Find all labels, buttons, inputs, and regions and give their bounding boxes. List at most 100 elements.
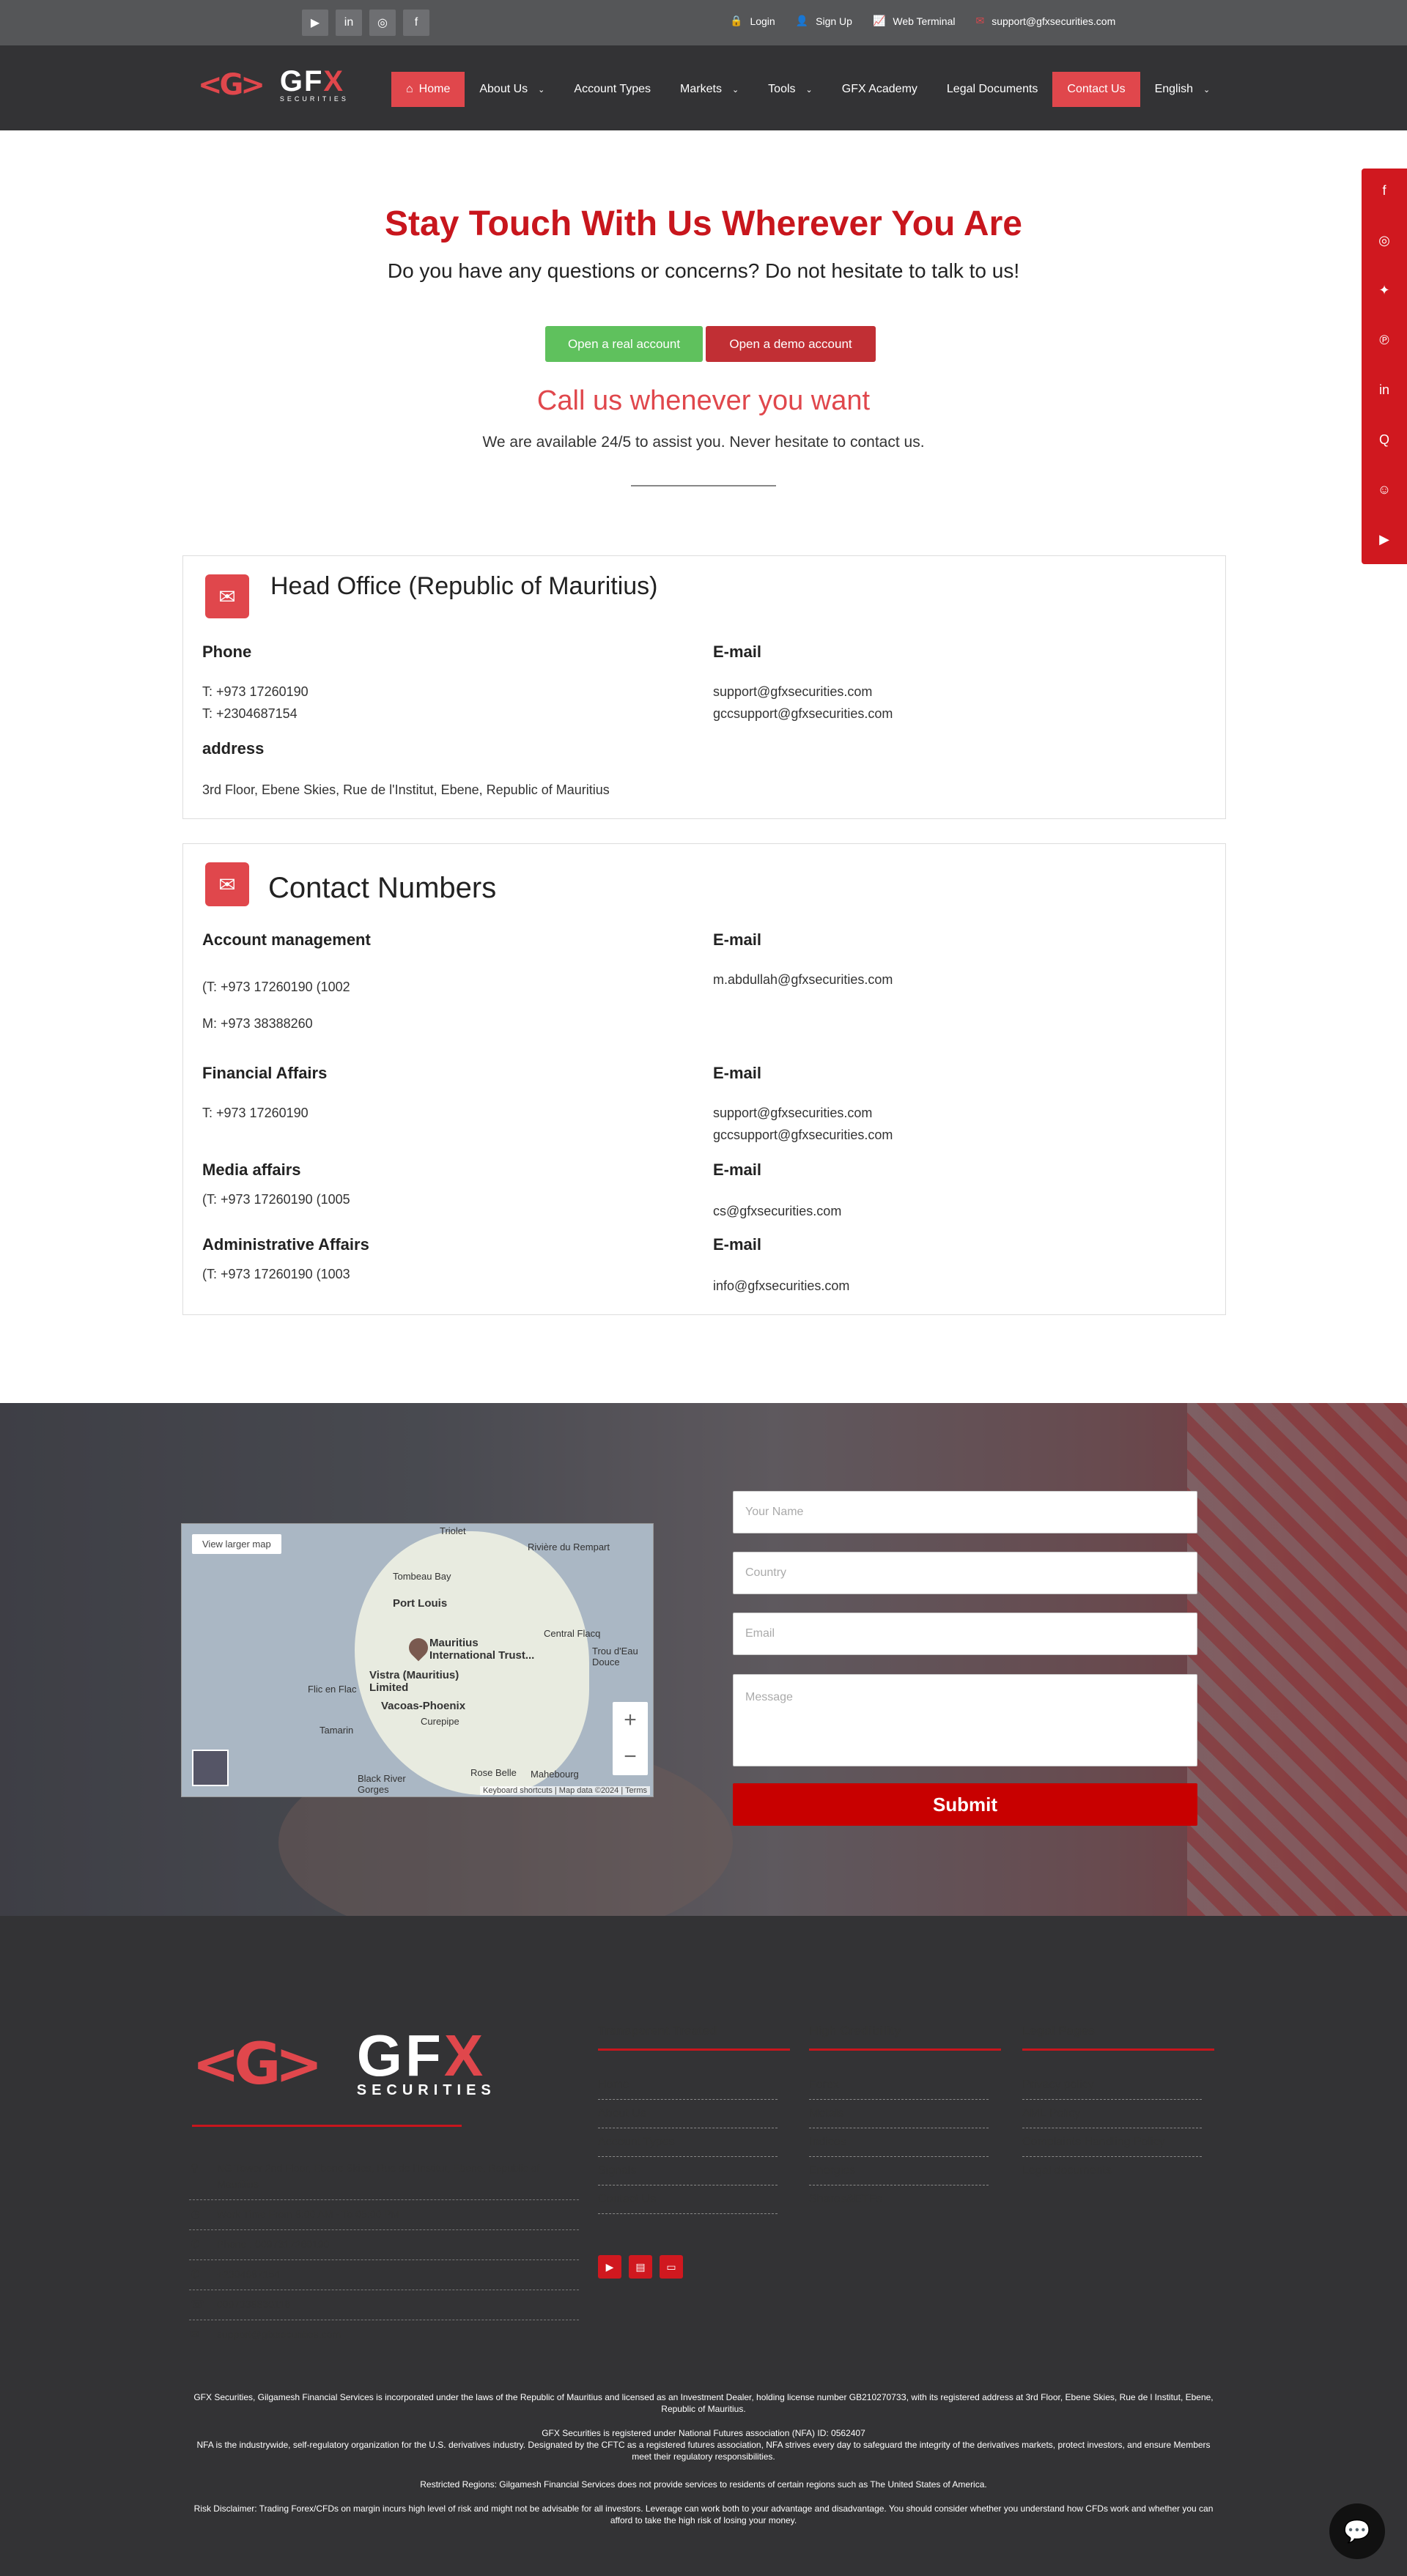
footer-link[interactable]: Indices: [809, 2128, 989, 2157]
youtube-icon[interactable]: ▶: [302, 10, 328, 36]
email-value[interactable]: support@gfxsecurities.com: [713, 681, 872, 703]
signup-link[interactable]: 👤 Sign Up: [796, 15, 852, 27]
footer-link[interactable]: Forex: [809, 2071, 989, 2100]
map-label: Tombeau Bay: [393, 1571, 451, 1582]
linkedin-icon[interactable]: in: [336, 10, 362, 36]
footer-col-title: Legal Pages: [1022, 2024, 1096, 2038]
footer-whatsapp[interactable]: ☏ 0097338830118: [189, 2290, 579, 2320]
nav-about-us[interactable]: About Us ⌄: [465, 72, 559, 107]
account-buttons: Open a real account Open a demo account: [545, 326, 876, 362]
footer-col-transparent: Transparent Treated Home About Us Accoun…: [598, 2024, 790, 2214]
monitor-icon[interactable]: ▭: [660, 2255, 683, 2279]
footer-phone[interactable]: ✆ Phone : 0097317260190: [189, 2230, 579, 2260]
disclaimer-nfa: NFA is the industrywide, self-regulatory…: [196, 2440, 1211, 2462]
footer-link[interactable]: Metals: [809, 2100, 989, 2128]
email-value[interactable]: cs@gfxsecurities.com: [713, 1200, 841, 1222]
top-links: 🔒 Login 👤 Sign Up 📈 Web Terminal ✉ support@g…: [730, 15, 1115, 27]
footer-link[interactable]: Complaints Handling Policy: [1022, 2128, 1202, 2157]
email-input[interactable]: Email: [733, 1613, 1197, 1655]
email-value[interactable]: gccsupport@gfxsecurities.com: [713, 1124, 893, 1146]
youtube-icon[interactable]: ▶: [1362, 532, 1407, 547]
support-email-link[interactable]: ✉ support@gfxsecurities.com: [975, 15, 1115, 27]
map-type-toggle[interactable]: [192, 1750, 229, 1786]
head-office-card: ✉ Head Office (Republic of Mauritius) Ph…: [182, 555, 1226, 819]
facebook-icon[interactable]: f: [403, 10, 429, 36]
whatsapp-icon: ☏: [191, 2298, 204, 2311]
map-label: Rivière du Rempart: [528, 1541, 610, 1552]
footer-link[interactable]: Home: [598, 2071, 778, 2100]
embedded-map[interactable]: View larger map Triolet Rivière du Rempa…: [181, 1523, 654, 1797]
nav-language[interactable]: English ⌄: [1140, 72, 1225, 107]
footer-address: ⚲ NG Tower 2nd Floor, Ebene Skies, Rue de…: [189, 2154, 579, 2200]
home-icon: ⌂: [406, 83, 413, 95]
footer-link[interactable]: Energies: [809, 2157, 989, 2185]
nav-legal-documents[interactable]: Legal Documents: [932, 72, 1053, 107]
email-value[interactable]: info@gfxsecurities.com: [713, 1275, 849, 1297]
logo-mark: <G>: [198, 68, 265, 102]
email-value[interactable]: support@gfxsecurities.com: [713, 1102, 872, 1124]
email-value[interactable]: m.abdullah@gfxsecurities.com: [713, 969, 893, 991]
address-value: 3rd Floor, Ebene Skies, Rue de l'Institu…: [202, 782, 610, 797]
footer-link[interactable]: Legal documents: [1022, 2157, 1202, 2185]
chat-bubble-icon[interactable]: 💬: [1329, 2503, 1385, 2559]
quora-icon[interactable]: Q: [1362, 432, 1407, 448]
web-terminal-link[interactable]: 📈 Web Terminal: [873, 15, 956, 27]
map-label: Curepipe: [421, 1716, 459, 1727]
open-real-account-button[interactable]: Open a real account: [545, 326, 703, 362]
main-nav: <G> GFX SECURITIES ⌂ Home About Us ⌄ Accou…: [0, 45, 1407, 130]
facebook-icon[interactable]: f: [1362, 183, 1407, 199]
footer-link[interactable]: AML Policy: [1022, 2100, 1202, 2128]
nav-home[interactable]: ⌂ Home: [391, 72, 465, 107]
message-textarea[interactable]: Message: [733, 1674, 1197, 1766]
instagram-icon[interactable]: ◎: [1362, 233, 1407, 248]
linkedin-icon[interactable]: in: [1362, 382, 1407, 398]
phone-value: T: +973 17260190: [202, 684, 309, 699]
nav-account-types[interactable]: Account Types: [559, 72, 665, 107]
reddit-icon[interactable]: ☺: [1362, 482, 1407, 497]
login-link[interactable]: 🔒 Login: [730, 15, 775, 27]
pdf-icon[interactable]: ▤: [629, 2255, 652, 2279]
map-credits: Keyboard shortcuts | Map data ©2024 | Te…: [480, 1786, 650, 1795]
map-label: Triolet: [440, 1525, 466, 1536]
phone-value: M: +973 38388260: [202, 1016, 313, 1031]
nav-tools[interactable]: Tools ⌄: [753, 72, 827, 107]
open-demo-account-button[interactable]: Open a demo account: [706, 326, 876, 362]
instagram-icon[interactable]: ◎: [369, 10, 396, 36]
email-label: E-mail: [713, 1161, 762, 1179]
footer-phone[interactable]: ✆ +2304687154: [189, 2260, 579, 2290]
footer-col-title: High Credibility: [809, 2024, 901, 2038]
twitter-icon[interactable]: ✦: [1362, 283, 1407, 298]
pinterest-icon[interactable]: ℗: [1362, 333, 1407, 348]
logo[interactable]: <G> GFX SECURITIES: [198, 67, 349, 103]
logo-word: GFX: [356, 2023, 487, 2088]
map-label: Rose Belle: [470, 1767, 517, 1778]
footer-link[interactable]: Signals: [598, 2157, 778, 2185]
country-input[interactable]: Country: [733, 1552, 1197, 1594]
media-affairs-label: Media affairs: [202, 1161, 301, 1179]
footer-link[interactable]: Privacy policy: [1022, 2071, 1202, 2100]
zoom-out-button[interactable]: −: [613, 1739, 648, 1775]
play-icon[interactable]: ▶: [598, 2255, 621, 2279]
phone-value: (T: +973 17260190 (1002: [202, 980, 350, 994]
nav-gfx-academy[interactable]: GFX Academy: [827, 72, 932, 107]
nav-contact-us[interactable]: Contact Us: [1052, 72, 1140, 107]
email-value[interactable]: gccsupport@gfxsecurities.com: [713, 703, 893, 725]
footer-email[interactable]: ✉ support@gfxsecurities.com: [189, 2320, 579, 2350]
financial-affairs-label: Financial Affairs: [202, 1064, 328, 1082]
page-title: Stay Touch With Us Wherever You Are: [385, 204, 1022, 243]
view-larger-map-link[interactable]: View larger map: [192, 1534, 281, 1554]
phone-value: T: +2304687154: [202, 706, 298, 721]
footer-link[interactable]: Account Types: [598, 2128, 778, 2157]
zoom-in-button[interactable]: +: [613, 1702, 648, 1739]
footer-link[interactable]: About Us: [598, 2100, 778, 2128]
call-subtitle: We are available 24/5 to assist you. Nev…: [482, 434, 925, 451]
call-title: Call us whenever you want: [536, 385, 871, 416]
nav-markets[interactable]: Markets ⌄: [665, 72, 753, 107]
submit-button[interactable]: Submit: [733, 1783, 1197, 1826]
contact-numbers-title: Contact Numbers: [268, 872, 497, 904]
footer-link[interactable]: Contact Us: [598, 2185, 778, 2214]
footer-link[interactable]: Shares&ETFs: [809, 2185, 989, 2213]
footer-logo[interactable]: <G> GFX SECURITIES: [192, 2023, 496, 2099]
map-label: Mahebourg: [531, 1769, 579, 1780]
name-input[interactable]: Your Name: [733, 1491, 1197, 1533]
